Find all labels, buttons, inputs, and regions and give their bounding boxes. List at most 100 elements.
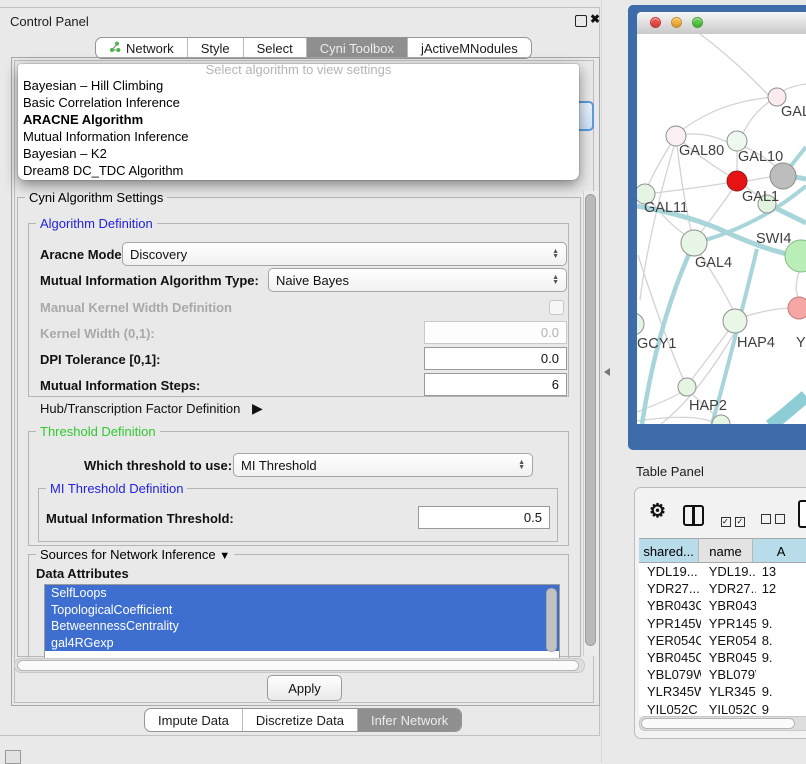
network-edge[interactable] xyxy=(638,255,684,381)
dpi-tolerance-label: DPI Tolerance [0,1]: xyxy=(40,352,160,367)
network-edge[interactable] xyxy=(637,417,713,422)
control-panel: Control Panel ✖ NetworkStyleSelectCyni T… xyxy=(0,7,600,736)
network-edge[interactable] xyxy=(700,34,772,99)
network-view-window[interactable]: GALGAL80GAL10GAL1GAL11SWI4GAL4GCY1HAP4YH… xyxy=(628,5,806,450)
network-edge[interactable] xyxy=(642,243,694,424)
network-node[interactable] xyxy=(788,297,806,319)
algorithm-option[interactable]: ARACNE Algorithm xyxy=(18,111,579,128)
dpi-tolerance-value: 0.0 xyxy=(541,351,559,366)
network-edge[interactable] xyxy=(796,272,799,297)
attr-list-scrollbar[interactable] xyxy=(546,588,557,652)
table-row[interactable]: YDR27...YDR27...12 xyxy=(639,580,806,597)
select-all-checks-icon[interactable]: ✓ ✓ xyxy=(721,511,745,529)
table-row[interactable]: YPR145WYPR145W9. xyxy=(639,615,806,632)
deselect-all-checks-icon[interactable] xyxy=(761,511,785,529)
which-threshold-combo[interactable]: MI Threshold ▲▼ xyxy=(233,453,533,477)
algorithm-option[interactable]: Basic Correlation Inference xyxy=(18,94,579,111)
algorithm-option[interactable]: Mutual Information Inference xyxy=(18,128,579,145)
mi-threshold-input[interactable]: 0.5 xyxy=(418,506,550,529)
table-cell: YLR345W xyxy=(701,683,756,700)
network-window-titlebar[interactable] xyxy=(637,12,806,35)
network-canvas[interactable]: GALGAL80GAL10GAL1GAL11SWI4GAL4GCY1HAP4YH… xyxy=(637,34,806,424)
gear-icon[interactable]: ⚙ xyxy=(649,500,666,523)
node-attribute-table[interactable]: shared...nameAYDL19...YDL19...13YDR27...… xyxy=(639,538,806,716)
network-node[interactable] xyxy=(678,378,696,396)
column-header[interactable]: shared... xyxy=(639,538,699,563)
table-cell: 12 xyxy=(756,580,806,597)
table-row[interactable]: YDL19...YDL19...13 xyxy=(639,563,806,580)
table-cell: YBR045C xyxy=(639,649,701,666)
hub-expand-icon[interactable]: ▶ xyxy=(252,400,263,416)
mi-type-combo[interactable]: Naive Bayes ▲▼ xyxy=(268,268,567,292)
network-node[interactable] xyxy=(723,309,747,333)
tab-network[interactable]: Network xyxy=(96,38,187,58)
table-row[interactable]: YER054CYER054C8. xyxy=(639,632,806,649)
node-label: HAP4 xyxy=(737,335,775,351)
data-attributes-list[interactable]: SelfLoopsTopologicalCoefficientBetweenne… xyxy=(44,584,560,659)
split-columns-icon[interactable] xyxy=(683,505,704,526)
table-cell: YER054C xyxy=(701,632,756,649)
attribute-item[interactable]: SelfLoops xyxy=(45,585,559,602)
attribute-item[interactable]: gal4RGexp xyxy=(45,635,559,652)
sources-title[interactable]: Sources for Network Inference ▼ xyxy=(36,547,234,562)
tab-jactivemnodules[interactable]: jActiveMNodules xyxy=(407,38,531,58)
tab-label: Cyni Toolbox xyxy=(320,41,394,56)
network-edge[interactable] xyxy=(770,396,806,424)
mi-type-label: Mutual Information Algorithm Type: xyxy=(40,273,259,288)
tab-select[interactable]: Select xyxy=(243,38,306,58)
settings-vertical-scrollbar-thumb[interactable] xyxy=(585,194,596,646)
combo-stepper-icon: ▲▼ xyxy=(552,249,559,259)
aracne-mode-combo[interactable]: Discovery ▲▼ xyxy=(122,242,567,266)
table-row[interactable]: YBR043CYBR043C xyxy=(639,597,806,614)
network-node[interactable] xyxy=(770,163,796,189)
split-columns-divider xyxy=(692,507,695,524)
network-edge[interactable] xyxy=(747,177,770,181)
apply-button[interactable]: Apply xyxy=(267,675,342,701)
tab-style[interactable]: Style xyxy=(187,38,243,58)
new-table-icon[interactable] xyxy=(798,500,806,528)
tab-infer-network[interactable]: Infer Network xyxy=(357,709,461,731)
divider-collapse-handle[interactable] xyxy=(604,368,610,376)
algorithm-option[interactable]: Bayesian – K2 xyxy=(18,145,579,162)
tab-discretize-data[interactable]: Discretize Data xyxy=(242,709,357,731)
minimize-window-icon[interactable] xyxy=(671,17,682,28)
split-pane-divider[interactable] xyxy=(599,0,628,762)
table-panel-title: Table Panel xyxy=(636,464,704,479)
sources-collapse-icon[interactable]: ▼ xyxy=(219,550,230,562)
table-cell: 8. xyxy=(756,632,806,649)
close-window-icon[interactable] xyxy=(650,17,661,28)
dpi-tolerance-input[interactable]: 0.0 xyxy=(424,347,567,370)
tab-impute-data[interactable]: Impute Data xyxy=(145,709,242,731)
network-edge[interactable] xyxy=(692,330,729,379)
network-edge[interactable] xyxy=(782,84,806,91)
network-graph[interactable]: GALGAL80GAL10GAL1GAL11SWI4GAL4GCY1HAP4YH… xyxy=(637,34,806,424)
node-label: GAL4 xyxy=(695,255,732,271)
float-window-icon[interactable] xyxy=(575,15,587,27)
algorithm-option[interactable]: Dream8 DC_TDC Algorithm xyxy=(18,162,579,179)
manual-kernel-checkbox[interactable] xyxy=(549,300,564,315)
network-node[interactable] xyxy=(727,131,747,151)
column-header[interactable]: A xyxy=(753,538,806,563)
node-label: GCY1 xyxy=(637,336,677,352)
table-row[interactable]: YBL079WYBL079W xyxy=(639,666,806,683)
table-row[interactable]: YBR045CYBR045C9. xyxy=(639,649,806,666)
kernel-width-input[interactable]: 0.0 xyxy=(424,321,567,344)
network-node[interactable] xyxy=(637,313,644,335)
table-row[interactable]: YLR345WYLR345W9. xyxy=(639,683,806,700)
network-edge[interactable] xyxy=(746,308,789,316)
algorithm-option[interactable]: Bayesian – Hill Climbing xyxy=(18,77,579,94)
table-cell: 9. xyxy=(756,649,806,666)
attribute-item[interactable]: TopologicalCoefficient xyxy=(45,602,559,619)
network-edge[interactable] xyxy=(682,97,777,130)
table-horizontal-scrollbar-thumb[interactable] xyxy=(641,718,795,729)
hub-definition-toggle[interactable]: Hub/Transcription Factor Definition ▶ xyxy=(40,400,263,417)
mi-steps-input[interactable]: 6 xyxy=(424,373,567,396)
column-header[interactable]: name xyxy=(699,538,753,563)
network-node[interactable] xyxy=(681,230,707,256)
network-node[interactable] xyxy=(727,171,747,191)
attribute-item[interactable]: BetweennessCentrality xyxy=(45,618,559,635)
network-edge[interactable] xyxy=(655,183,727,193)
settings-horizontal-scrollbar-thumb[interactable] xyxy=(17,660,579,671)
zoom-window-icon[interactable] xyxy=(692,17,703,28)
tab-cyni-toolbox[interactable]: Cyni Toolbox xyxy=(306,38,407,58)
